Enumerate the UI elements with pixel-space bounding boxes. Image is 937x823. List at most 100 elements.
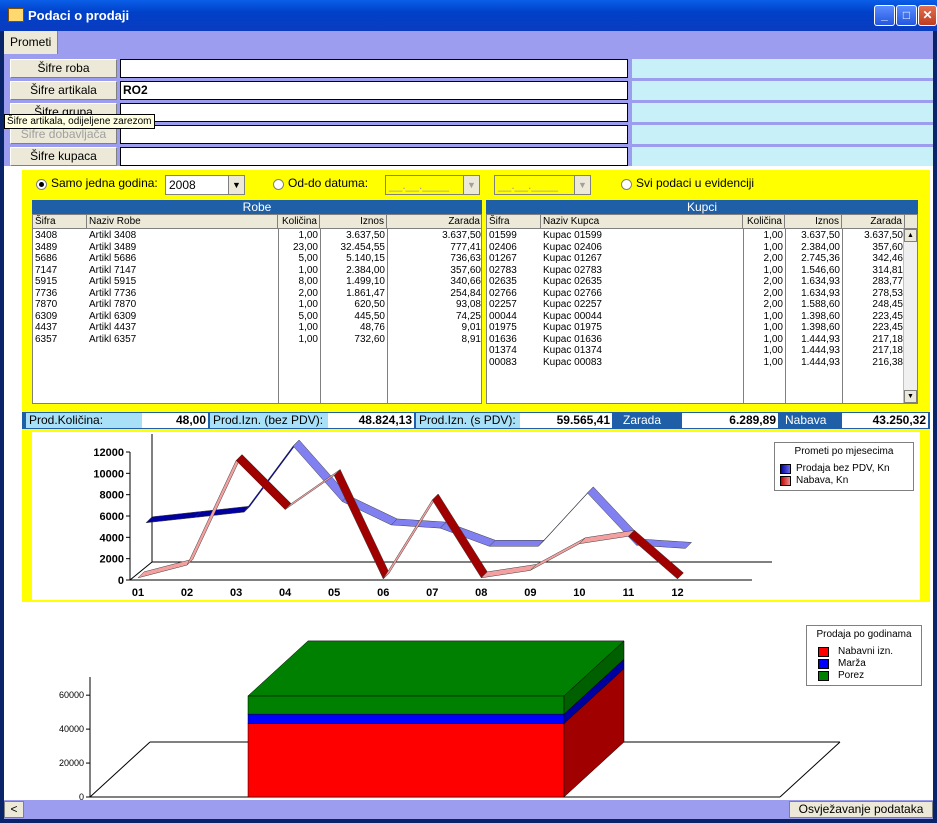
tab-prometi[interactable]: Prometi (4, 31, 59, 54)
app-window: Podaci o prodaji _ □ ✕ Prometi Šifre rob… (0, 0, 937, 823)
filter-info-dobavljaci (632, 125, 933, 144)
table-cell: Artikl 7147 (89, 264, 137, 276)
column-header[interactable]: Količina (743, 215, 785, 229)
date-from-select[interactable]: __.__.____ ▼ (385, 175, 480, 195)
all-data-radio[interactable] (621, 179, 632, 190)
bar-segment (247, 695, 565, 715)
series-segment (480, 564, 538, 579)
scroll-left-button[interactable]: < (4, 801, 24, 818)
kupci-column-headers: Šifra Naziv Kupca Količina Iznos Zarada (487, 215, 917, 229)
date-range-radio[interactable] (273, 179, 284, 190)
table-row[interactable]: 6357 Artikl 6357 1,00 732,60 8,91 (33, 334, 481, 346)
series-segment (628, 529, 684, 580)
table-cell: 278,53 (872, 287, 903, 299)
scroll-down-icon[interactable]: ▼ (904, 390, 917, 403)
table-row[interactable]: 02783 Kupac 02783 1,00 1.546,60 314,81 (487, 265, 917, 277)
filter-button-artikli[interactable]: Šifre artikala (10, 81, 117, 100)
kupci-scrollbar[interactable]: ▲ ▼ (903, 229, 917, 403)
table-row[interactable]: 5915 Artikl 5915 8,00 1.499,10 340,66 (33, 276, 481, 288)
table-row[interactable]: 01599 Kupac 01599 1,00 3.637,50 3.637,50 (487, 230, 917, 242)
x-tick-label: 07 (426, 587, 438, 599)
year-select[interactable]: 2008 ▼ (165, 175, 245, 195)
table-row[interactable]: 5686 Artikl 5686 5,00 5.140,15 736,63 (33, 253, 481, 265)
filter-input-robe[interactable] (120, 59, 628, 78)
scroll-up-icon[interactable]: ▲ (904, 229, 917, 242)
table-row[interactable]: 6309 Artikl 6309 5,00 445,50 74,25 (33, 311, 481, 323)
x-tick-label: 10 (573, 587, 585, 599)
filter-button-kupci[interactable]: Šifre kupaca (10, 147, 117, 166)
table-cell: 7147 (35, 264, 58, 276)
single-year-radio[interactable] (36, 179, 47, 190)
table-row[interactable]: 02635 Kupac 02635 2,00 1.634,93 283,77 (487, 276, 917, 288)
table-row[interactable]: 01975 Kupac 01975 1,00 1.398,60 223,45 (487, 322, 917, 334)
nabava-value: 43.250,32 (842, 413, 928, 428)
table-cell: 1,00 (763, 241, 783, 253)
table-row[interactable]: 3489 Artikl 3489 23,00 32.454,55 777,41 (33, 242, 481, 254)
table-cell: 5915 (35, 276, 58, 287)
title-bar[interactable]: Podaci o prodaji _ □ ✕ (0, 0, 937, 31)
maximize-button[interactable]: □ (896, 5, 917, 26)
table-cell: 254,84 (450, 287, 481, 299)
series-segment (333, 469, 390, 580)
filter-input-grupe[interactable] (120, 103, 628, 122)
column-header[interactable]: Iznos (320, 215, 387, 229)
yearly-legend: Prodaja po godinama Nabavni izn. Marža P… (806, 625, 922, 686)
filter-panel: Šifre roba Šifre artikala RO2 Šifre grup… (4, 54, 933, 166)
column-header[interactable]: Zarada (387, 215, 481, 229)
filter-input-dobavljaci[interactable] (120, 125, 628, 144)
column-header[interactable]: Naziv Robe (87, 215, 278, 229)
series-segment (145, 511, 202, 524)
table-cell: Kupac 01267 (543, 253, 602, 264)
table-cell: 1.861,47 (346, 287, 385, 299)
date-to-select[interactable]: __.__.____ ▼ (494, 175, 591, 195)
table-cell: 01374 (489, 345, 517, 356)
nabava-label: Nabava (782, 413, 842, 428)
kupci-table[interactable]: Šifra Naziv Kupca Količina Iznos Zarada … (486, 214, 918, 404)
monthly-chart: 0 2000 4000 6000 8000 10000 12000 01 02 03 04 05 06 0… (32, 432, 920, 600)
table-row[interactable]: 00044 Kupac 00044 1,00 1.398,60 223,45 (487, 311, 917, 323)
close-button[interactable]: ✕ (918, 5, 937, 26)
y-tick-label: 2000 (100, 554, 124, 566)
filter-input-artikli[interactable]: RO2 (120, 81, 628, 100)
column-header[interactable]: Šifra (33, 215, 87, 229)
table-row[interactable]: 3408 Artikl 3408 1,00 3.637,50 3.637,50 (33, 230, 481, 242)
table-cell: 6309 (35, 310, 58, 322)
refresh-button[interactable]: Osvježavanje podataka (789, 801, 933, 818)
chevron-down-icon[interactable]: ▼ (463, 176, 479, 194)
bez-pdv-label: Prod.Izn. (bez PDV): (210, 413, 328, 428)
table-row[interactable]: 7736 Artikl 7736 2,00 1.861,47 254,84 (33, 288, 481, 300)
table-cell: 00083 (489, 356, 517, 368)
kupci-header: Kupci (486, 200, 918, 214)
filter-input-kupci[interactable] (120, 147, 628, 166)
table-cell: 4437 (35, 322, 58, 333)
table-cell: 1.546,60 (801, 264, 840, 276)
table-row[interactable]: 02766 Kupac 02766 2,00 1.634,93 278,53 (487, 288, 917, 300)
table-cell: 2,00 (298, 287, 318, 299)
table-row[interactable]: 7147 Artikl 7147 1,00 2.384,00 357,60 (33, 265, 481, 277)
minimize-button[interactable]: _ (874, 5, 895, 26)
table-row[interactable]: 00083 Kupac 00083 1,00 1.444,93 216,38 (487, 357, 917, 369)
column-header[interactable]: Količina (278, 215, 320, 229)
table-row[interactable]: 4437 Artikl 4437 1,00 48,76 9,01 (33, 322, 481, 334)
column-header[interactable]: Iznos (785, 215, 842, 229)
year-value: 2008 (169, 178, 196, 192)
y-tick-label: 12000 (93, 447, 124, 459)
filter-button-robe[interactable]: Šifre roba (10, 59, 117, 78)
table-cell: 1.398,60 (801, 322, 840, 333)
table-row[interactable]: 7870 Artikl 7870 1,00 620,50 93,08 (33, 299, 481, 311)
table-row[interactable]: 01374 Kupac 01374 1,00 1.444,93 217,18 (487, 345, 917, 357)
robe-table[interactable]: Šifra Naziv Robe Količina Iznos Zarada 3… (32, 214, 482, 404)
chevron-down-icon[interactable]: ▼ (228, 176, 244, 194)
column-header[interactable]: Naziv Kupca (541, 215, 743, 229)
column-header[interactable]: Zarada (842, 215, 905, 229)
kolicina-label: Prod.Količina: (26, 413, 142, 428)
table-row[interactable]: 02257 Kupac 02257 2,00 1.588,60 248,45 (487, 299, 917, 311)
table-row[interactable]: 02406 Kupac 02406 1,00 2.384,00 357,60 (487, 242, 917, 254)
date-range-label: Od-do datuma: (288, 176, 369, 190)
table-row[interactable]: 01636 Kupac 01636 1,00 1.444,93 217,18 (487, 334, 917, 346)
table-row[interactable]: 01267 Kupac 01267 2,00 2.745,36 342,46 (487, 253, 917, 265)
table-cell: 9,01 (461, 322, 481, 333)
chevron-down-icon[interactable]: ▼ (574, 176, 590, 194)
client-area: Prometi Šifre roba Šifre artikala RO2 Ši… (4, 31, 933, 819)
column-header[interactable]: Šifra (487, 215, 541, 229)
